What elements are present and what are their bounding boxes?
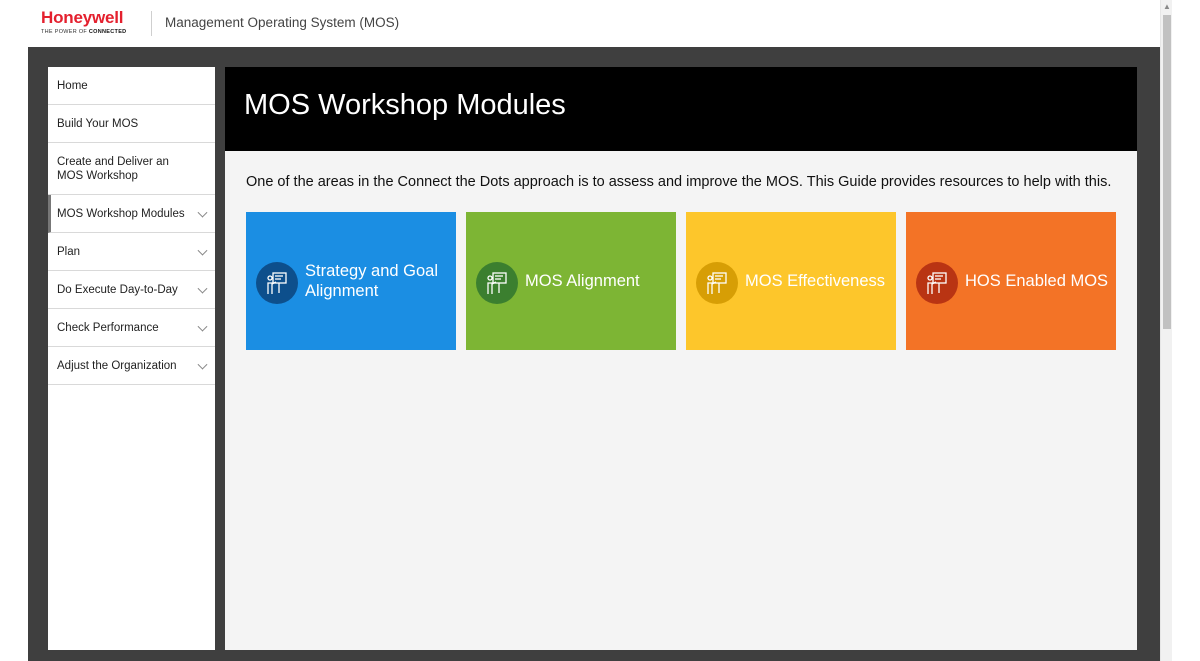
- sidebar-item-label: MOS Workshop Modules: [57, 207, 185, 220]
- main-content: MOS Workshop Modules One of the areas in…: [225, 67, 1137, 650]
- chevron-down-icon[interactable]: [197, 207, 208, 218]
- sidebar-item-label: Create and Deliver an MOS Workshop: [57, 155, 169, 182]
- tile-label: Strategy and Goal Alignment: [305, 262, 438, 300]
- page-scrollbar[interactable]: ▲: [1160, 0, 1172, 661]
- tile-label: HOS Enabled MOS: [965, 272, 1109, 290]
- top-header: Honeywell THE POWER OF CONNECTED Managem…: [0, 0, 1160, 47]
- tile-label: MOS Alignment: [525, 272, 640, 290]
- module-tile-mos-alignment[interactable]: MOS Alignment: [466, 212, 676, 350]
- presenter-board-icon: [256, 262, 298, 304]
- logo-tagline-strong: CONNECTED: [88, 29, 127, 35]
- presenter-board-icon: [916, 262, 958, 304]
- sidebar-item-mos-workshop-modules[interactable]: MOS Workshop Modules: [48, 195, 215, 233]
- intro-text: One of the areas in the Connect the Dots…: [246, 174, 1112, 190]
- sidebar-item-home[interactable]: Home: [48, 67, 215, 105]
- sidebar-item-label: Do Execute Day-to-Day: [57, 283, 178, 296]
- logo-wordmark: Honeywell: [41, 8, 124, 27]
- sidebar-item-create-deliver-workshop[interactable]: Create and Deliver an MOS Workshop: [48, 143, 215, 195]
- chevron-down-icon[interactable]: [197, 283, 208, 294]
- sidebar-item-check-performance[interactable]: Check Performance: [48, 309, 215, 347]
- sidebar-nav: Home Build Your MOS Create and Deliver a…: [48, 67, 215, 650]
- sidebar-item-label: Home: [57, 79, 88, 92]
- sidebar-item-label: Check Performance: [57, 321, 159, 334]
- sidebar-item-label: Build Your MOS: [57, 117, 139, 130]
- tile-label: MOS Effectiveness: [745, 272, 886, 290]
- page-banner: MOS Workshop Modules: [225, 67, 1137, 151]
- header-divider: [151, 11, 152, 36]
- sidebar-item-plan[interactable]: Plan: [48, 233, 215, 271]
- module-tile-hos-enabled-mos[interactable]: HOS Enabled MOS: [906, 212, 1116, 350]
- sidebar-item-do-execute[interactable]: Do Execute Day-to-Day: [48, 271, 215, 309]
- presenter-board-icon: [476, 262, 518, 304]
- sidebar-item-label: Plan: [57, 245, 81, 258]
- logo-tagline-prefix: THE POWER OF: [41, 29, 89, 35]
- honeywell-logo[interactable]: Honeywell THE POWER OF CONNECTED: [41, 9, 139, 35]
- scroll-thumb[interactable]: [1163, 15, 1171, 329]
- sidebar-item-build-your-mos[interactable]: Build Your MOS: [48, 105, 215, 143]
- chevron-down-icon[interactable]: [197, 359, 208, 370]
- module-tile-strategy-goal-alignment[interactable]: Strategy and Goal Alignment: [246, 212, 456, 350]
- sidebar-item-adjust-organization[interactable]: Adjust the Organization: [48, 347, 215, 385]
- presenter-board-icon: [696, 262, 738, 304]
- page-title: MOS Workshop Modules: [244, 89, 566, 121]
- chevron-down-icon[interactable]: [197, 245, 208, 256]
- logo-tagline: THE POWER OF CONNECTED: [41, 29, 139, 35]
- scroll-up-arrow-icon[interactable]: ▲: [1161, 0, 1173, 14]
- sidebar-item-label: Adjust the Organization: [57, 359, 177, 372]
- chevron-down-icon[interactable]: [197, 321, 208, 332]
- app-title: Management Operating System (MOS): [165, 15, 400, 30]
- module-tile-mos-effectiveness[interactable]: MOS Effectiveness: [686, 212, 896, 350]
